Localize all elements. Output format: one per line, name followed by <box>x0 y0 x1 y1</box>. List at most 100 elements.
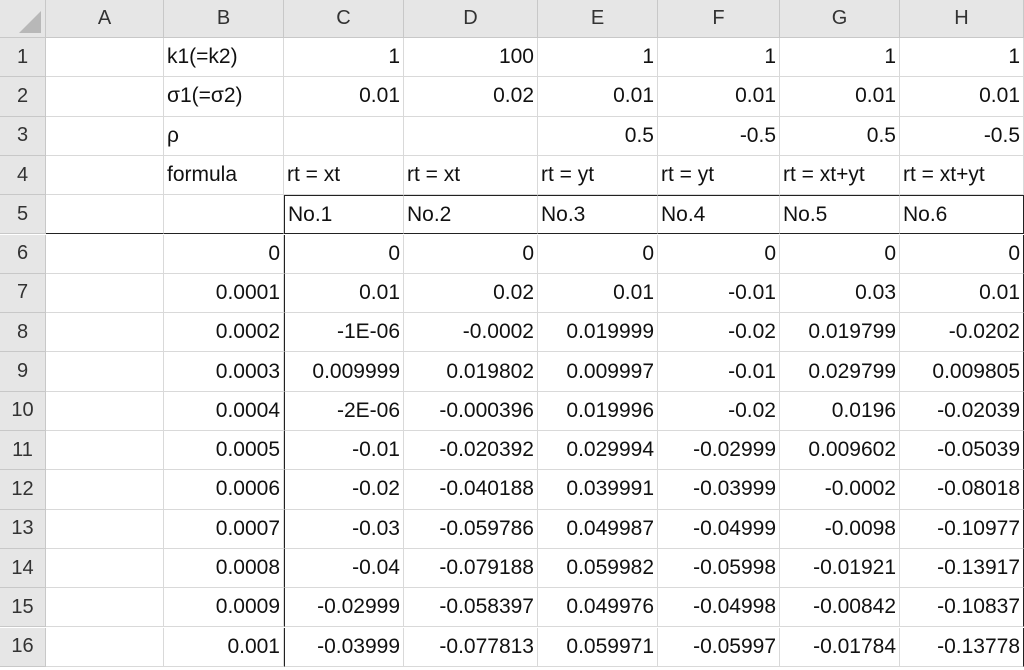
cell-c1[interactable]: 1 <box>284 38 404 78</box>
cell-c12[interactable]: -0.02 <box>284 470 404 510</box>
cell-a16[interactable] <box>46 627 164 667</box>
cell-f15[interactable]: -0.04998 <box>658 588 780 628</box>
column-header-h[interactable]: H <box>900 0 1024 38</box>
cell-d13[interactable]: -0.059786 <box>404 509 538 549</box>
row-header-8[interactable]: 8 <box>0 313 46 353</box>
cell-e4[interactable]: rt = yt <box>538 155 658 196</box>
cell-g8[interactable]: 0.019799 <box>780 313 900 353</box>
cell-b14[interactable]: 0.0008 <box>164 548 284 589</box>
cell-f5[interactable]: No.4 <box>658 195 780 235</box>
cell-g13[interactable]: -0.0098 <box>780 509 900 549</box>
cell-e10[interactable]: 0.019996 <box>538 391 658 431</box>
cell-a11[interactable] <box>46 431 164 471</box>
cell-e15[interactable]: 0.049976 <box>538 588 658 628</box>
cell-c3[interactable] <box>284 116 404 156</box>
cell-g6[interactable]: 0 <box>780 234 900 274</box>
cell-e3[interactable]: 0.5 <box>538 116 658 156</box>
cell-a4[interactable] <box>46 155 164 196</box>
cell-b7[interactable]: 0.0001 <box>164 273 284 314</box>
column-header-b[interactable]: B <box>164 0 284 38</box>
row-header-9[interactable]: 9 <box>0 352 46 392</box>
cell-b16[interactable]: 0.001 <box>164 627 284 667</box>
cell-a7[interactable] <box>46 273 164 314</box>
select-all-corner[interactable] <box>0 0 46 38</box>
row-header-15[interactable]: 15 <box>0 588 46 628</box>
row-header-2[interactable]: 2 <box>0 77 46 117</box>
cell-f11[interactable]: -0.02999 <box>658 431 780 471</box>
row-header-14[interactable]: 14 <box>0 548 46 589</box>
cell-a12[interactable] <box>46 470 164 510</box>
cell-a1[interactable] <box>46 38 164 78</box>
cell-c5[interactable]: No.1 <box>284 195 404 235</box>
row-header-7[interactable]: 7 <box>0 273 46 314</box>
cell-f13[interactable]: -0.04999 <box>658 509 780 549</box>
cell-h16[interactable]: -0.13778 <box>900 627 1024 667</box>
cell-d12[interactable]: -0.040188 <box>404 470 538 510</box>
cell-c16[interactable]: -0.03999 <box>284 627 404 667</box>
row-header-1[interactable]: 1 <box>0 38 46 78</box>
cell-d10[interactable]: -0.000396 <box>404 391 538 431</box>
cell-b13[interactable]: 0.0007 <box>164 509 284 549</box>
cell-f12[interactable]: -0.03999 <box>658 470 780 510</box>
cell-e2[interactable]: 0.01 <box>538 77 658 117</box>
cell-e1[interactable]: 1 <box>538 38 658 78</box>
cell-d11[interactable]: -0.020392 <box>404 431 538 471</box>
cell-b1[interactable]: k1(=k2) <box>164 38 284 78</box>
cell-b11[interactable]: 0.0005 <box>164 431 284 471</box>
cell-d3[interactable] <box>404 116 538 156</box>
cell-c8[interactable]: -1E-06 <box>284 313 404 353</box>
cell-g2[interactable]: 0.01 <box>780 77 900 117</box>
cell-e12[interactable]: 0.039991 <box>538 470 658 510</box>
cell-a8[interactable] <box>46 313 164 353</box>
cell-h3[interactable]: -0.5 <box>900 116 1024 156</box>
cell-f16[interactable]: -0.05997 <box>658 627 780 667</box>
cell-e11[interactable]: 0.029994 <box>538 431 658 471</box>
cell-c7[interactable]: 0.01 <box>284 273 404 314</box>
cell-h7[interactable]: 0.01 <box>900 273 1024 314</box>
cell-a3[interactable] <box>46 116 164 156</box>
cell-a15[interactable] <box>46 588 164 628</box>
cell-a13[interactable] <box>46 509 164 549</box>
row-header-13[interactable]: 13 <box>0 509 46 549</box>
cell-b9[interactable]: 0.0003 <box>164 352 284 392</box>
cell-c11[interactable]: -0.01 <box>284 431 404 471</box>
cell-h6[interactable]: 0 <box>900 234 1024 274</box>
cell-b15[interactable]: 0.0009 <box>164 588 284 628</box>
cell-d16[interactable]: -0.077813 <box>404 627 538 667</box>
cell-d5[interactable]: No.2 <box>404 195 538 235</box>
cell-b3[interactable]: ρ <box>164 116 284 156</box>
cell-h8[interactable]: -0.0202 <box>900 313 1024 353</box>
cell-c14[interactable]: -0.04 <box>284 548 404 589</box>
cell-b5[interactable] <box>164 195 284 235</box>
cell-f6[interactable]: 0 <box>658 234 780 274</box>
cell-g7[interactable]: 0.03 <box>780 273 900 314</box>
cell-g16[interactable]: -0.01784 <box>780 627 900 667</box>
cell-a2[interactable] <box>46 77 164 117</box>
row-header-4[interactable]: 4 <box>0 155 46 196</box>
cell-a5[interactable] <box>46 195 164 235</box>
cell-f9[interactable]: -0.01 <box>658 352 780 392</box>
cell-d15[interactable]: -0.058397 <box>404 588 538 628</box>
cell-e14[interactable]: 0.059982 <box>538 548 658 589</box>
cell-c9[interactable]: 0.009999 <box>284 352 404 392</box>
cell-d9[interactable]: 0.019802 <box>404 352 538 392</box>
cell-b12[interactable]: 0.0006 <box>164 470 284 510</box>
cell-h4[interactable]: rt = xt+yt <box>900 155 1024 196</box>
cell-d8[interactable]: -0.0002 <box>404 313 538 353</box>
cell-e16[interactable]: 0.059971 <box>538 627 658 667</box>
column-header-d[interactable]: D <box>404 0 538 38</box>
cell-h5[interactable]: No.6 <box>900 195 1024 235</box>
row-header-12[interactable]: 12 <box>0 470 46 510</box>
cell-d14[interactable]: -0.079188 <box>404 548 538 589</box>
cell-d1[interactable]: 100 <box>404 38 538 78</box>
cell-h1[interactable]: 1 <box>900 38 1024 78</box>
cell-g10[interactable]: 0.0196 <box>780 391 900 431</box>
cell-f4[interactable]: rt = yt <box>658 155 780 196</box>
cell-g3[interactable]: 0.5 <box>780 116 900 156</box>
row-header-5[interactable]: 5 <box>0 195 46 235</box>
row-header-6[interactable]: 6 <box>0 234 46 274</box>
cell-h11[interactable]: -0.05039 <box>900 431 1024 471</box>
column-header-e[interactable]: E <box>538 0 658 38</box>
cell-h9[interactable]: 0.009805 <box>900 352 1024 392</box>
cell-h10[interactable]: -0.02039 <box>900 391 1024 431</box>
